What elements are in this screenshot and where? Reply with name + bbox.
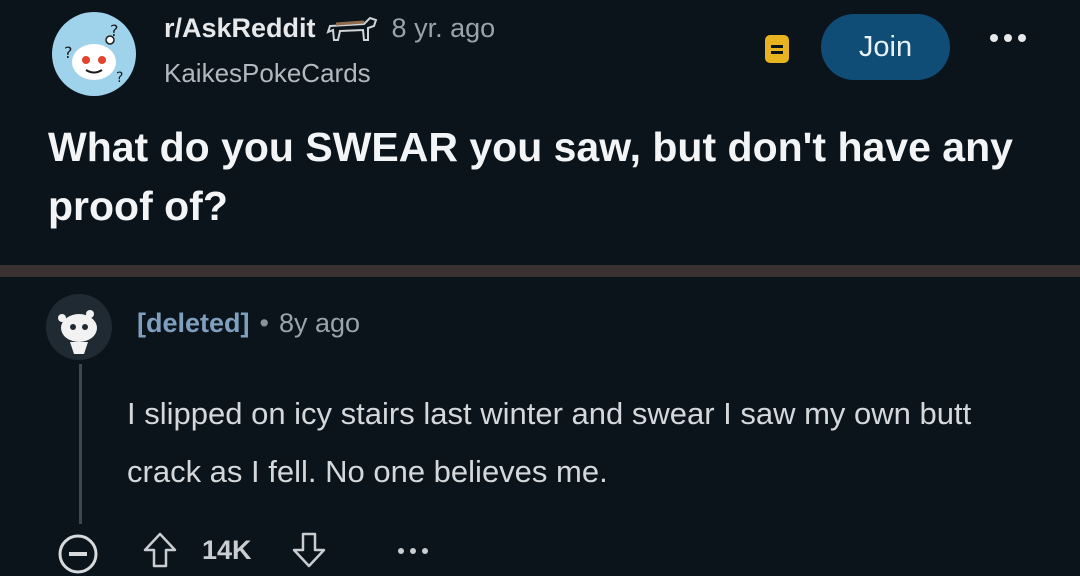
horse-icon — [325, 16, 377, 41]
join-button[interactable]: Join — [821, 14, 950, 80]
comment-author[interactable]: [deleted] — [137, 308, 250, 339]
subreddit-line: r/AskReddit 8 yr. ago — [164, 10, 495, 46]
comment-more-options-icon[interactable] — [396, 546, 430, 556]
upvote-arrow-icon[interactable] — [141, 530, 179, 570]
comment-body: I slipped on icy stairs last winter and … — [127, 396, 972, 489]
downvote-arrow-icon[interactable] — [290, 530, 328, 570]
comment-meta: [deleted] • 8y ago — [137, 308, 360, 339]
more-options-icon[interactable] — [988, 30, 1028, 46]
deleted-user-avatar-icon — [46, 294, 112, 360]
thread-line[interactable] — [79, 364, 82, 524]
bookmark-icon[interactable] — [764, 34, 790, 64]
subreddit-name[interactable]: r/AskReddit — [164, 13, 316, 44]
svg-text:?: ? — [64, 43, 73, 62]
vote-count: 14K — [202, 535, 252, 565]
svg-text:?: ? — [116, 70, 123, 86]
post-title[interactable]: What do you SWEAR you saw, but don't hav… — [48, 118, 1028, 236]
post-header: ? ? ? r/AskReddit 8 yr. ago KaikesPokeCa… — [0, 0, 1080, 265]
post-age: 8 yr. ago — [391, 12, 496, 43]
section-divider — [0, 265, 1080, 277]
meta-separator: • — [259, 308, 269, 338]
comment-age: 8y ago — [278, 308, 361, 338]
post-author[interactable]: KaikesPokeCards — [164, 58, 371, 89]
collapse-icon[interactable] — [56, 532, 100, 576]
subreddit-avatar-icon[interactable]: ? ? ? — [52, 12, 136, 96]
